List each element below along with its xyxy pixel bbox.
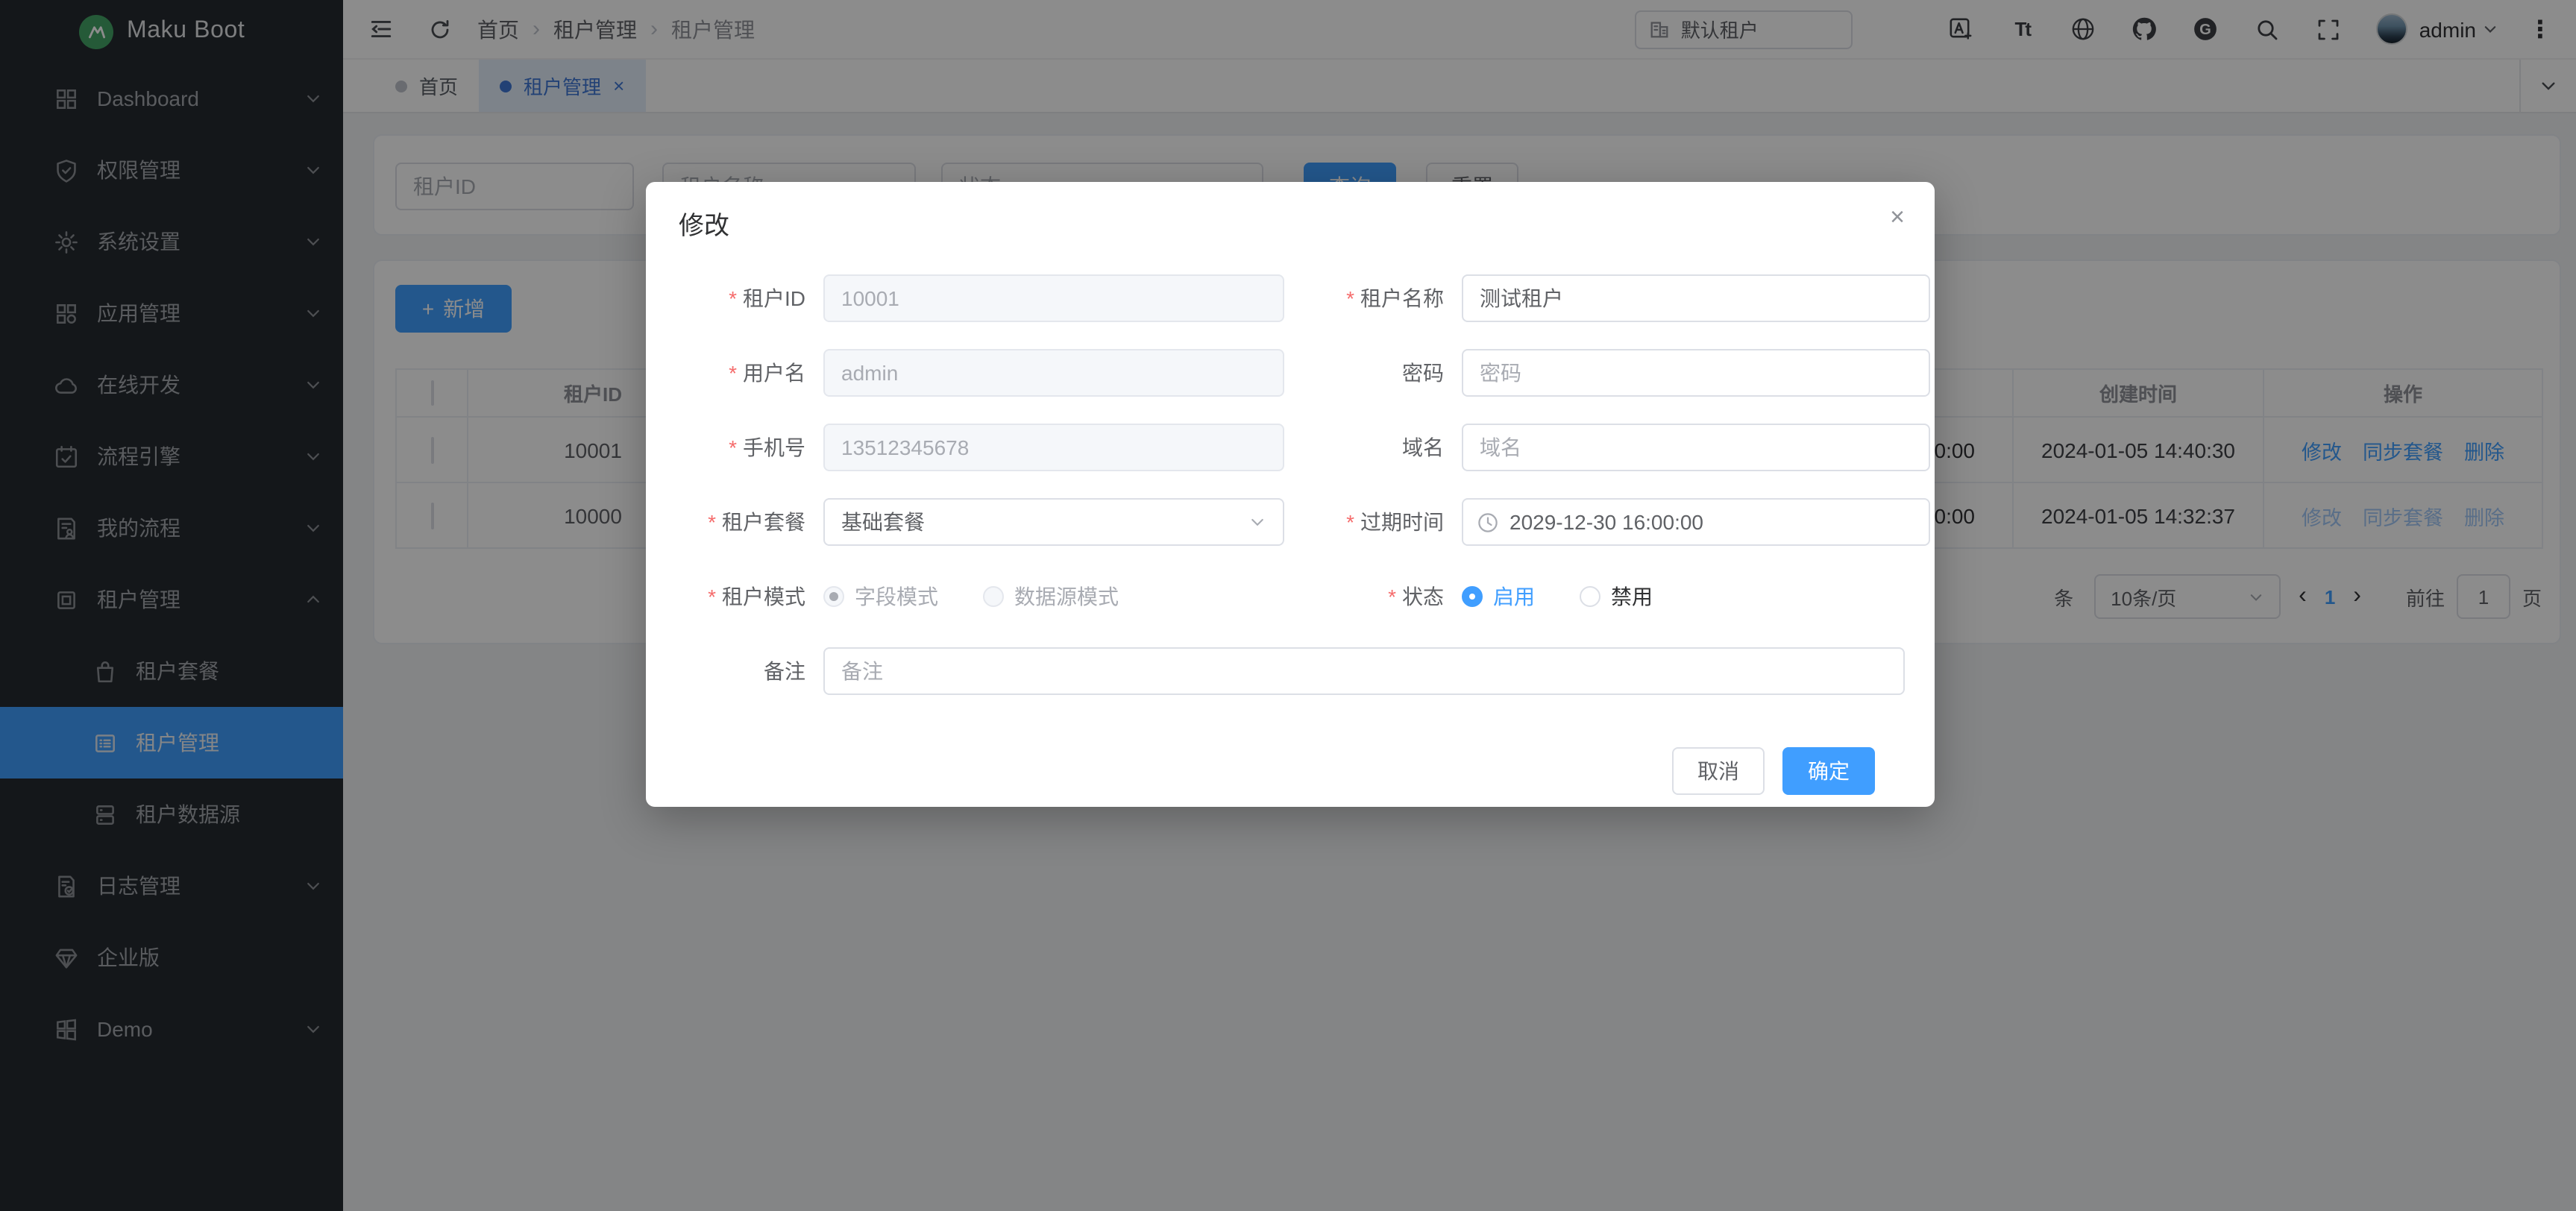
tenant-id-field[interactable] — [823, 274, 1284, 322]
expire-label: 过期时间 — [1310, 507, 1462, 537]
cancel-button[interactable]: 取消 — [1672, 747, 1765, 795]
confirm-button[interactable]: 确定 — [1782, 747, 1875, 795]
edit-tenant-dialog: 修改 × 租户ID 租户名称 用户名 密码 手机号 — [646, 182, 1935, 807]
mode-label: 租户模式 — [667, 582, 823, 611]
radio-dot-icon — [823, 586, 844, 607]
chevron-down-icon — [1248, 513, 1266, 531]
mobile-label: 手机号 — [667, 432, 823, 462]
mode-field-radio[interactable]: 字段模式 — [823, 582, 938, 611]
domain-label: 域名 — [1310, 432, 1462, 462]
package-select[interactable]: 基础套餐 — [823, 498, 1284, 546]
status-disabled-radio[interactable]: 禁用 — [1580, 582, 1653, 611]
mobile-field[interactable] — [823, 424, 1284, 471]
status-enabled-radio[interactable]: 启用 — [1462, 582, 1535, 611]
status-label: 状态 — [1310, 582, 1462, 611]
domain-field[interactable] — [1462, 424, 1930, 471]
package-label: 租户套餐 — [667, 507, 823, 537]
dialog-title: 修改 — [679, 204, 729, 242]
expire-datetime-picker[interactable]: 2029-12-30 16:00:00 — [1462, 498, 1930, 546]
tenant-name-field[interactable] — [1462, 274, 1930, 322]
app-root: Maku Boot Dashboard 权限管理 系统设置 应用管理 — [0, 0, 2576, 1211]
tenant-id-label: 租户ID — [667, 283, 823, 313]
radio-dot-icon — [983, 586, 1004, 607]
username-label: 用户名 — [667, 358, 823, 388]
mode-datasource-radio[interactable]: 数据源模式 — [983, 582, 1119, 611]
remark-field[interactable] — [823, 647, 1905, 695]
password-label: 密码 — [1310, 358, 1462, 388]
username-field[interactable] — [823, 349, 1284, 397]
remark-label: 备注 — [667, 656, 823, 686]
tenant-name-label: 租户名称 — [1310, 283, 1462, 313]
password-field[interactable] — [1462, 349, 1930, 397]
radio-dot-icon — [1580, 586, 1600, 607]
close-icon[interactable]: × — [1890, 204, 1905, 230]
radio-dot-icon — [1462, 586, 1483, 607]
clock-icon — [1477, 511, 1499, 533]
